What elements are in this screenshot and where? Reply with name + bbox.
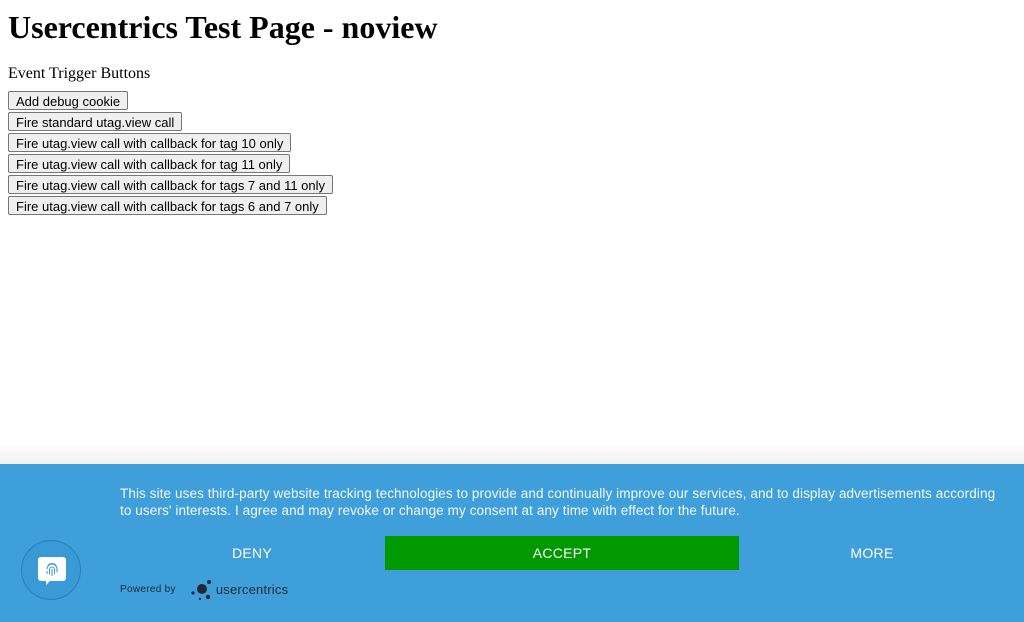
usercentrics-brand-name: usercentrics	[215, 581, 289, 597]
powered-by-label: Powered by	[120, 583, 176, 595]
powered-by[interactable]: Powered by usercentrics	[120, 577, 288, 601]
privacy-settings-button[interactable]	[21, 540, 81, 600]
accept-button[interactable]: ACCEPT	[385, 536, 739, 570]
fire-view-tag-10-button[interactable]: Fire utag.view call with callback for ta…	[8, 133, 292, 152]
page-subtitle: Event Trigger Buttons	[8, 65, 151, 82]
deny-button[interactable]: DENY	[120, 536, 384, 570]
fire-view-tags-7-11-button[interactable]: Fire utag.view call with callback for ta…	[8, 175, 334, 194]
consent-message: This site uses third-party website track…	[120, 486, 996, 518]
fire-view-tags-6-7-button[interactable]: Fire utag.view call with callback for ta…	[8, 196, 327, 215]
usercentrics-logo-icon	[191, 580, 211, 601]
consent-banner: This site uses third-party website track…	[0, 464, 1024, 622]
banner-shadow	[0, 444, 1024, 464]
page-content: Usercentrics Test Page - noview Event Tr…	[8, 0, 438, 217]
event-trigger-buttons: Add debug cookie Fire standard utag.view…	[8, 91, 438, 215]
fingerprint-icon	[38, 557, 66, 585]
add-debug-cookie-button[interactable]: Add debug cookie	[8, 91, 129, 110]
fire-standard-view-button[interactable]: Fire standard utag.view call	[8, 112, 183, 131]
usercentrics-logo: usercentrics	[188, 577, 288, 601]
more-button[interactable]: MORE	[740, 536, 1004, 570]
page-title: Usercentrics Test Page - noview	[8, 9, 438, 45]
fire-view-tag-11-button[interactable]: Fire utag.view call with callback for ta…	[8, 154, 291, 173]
